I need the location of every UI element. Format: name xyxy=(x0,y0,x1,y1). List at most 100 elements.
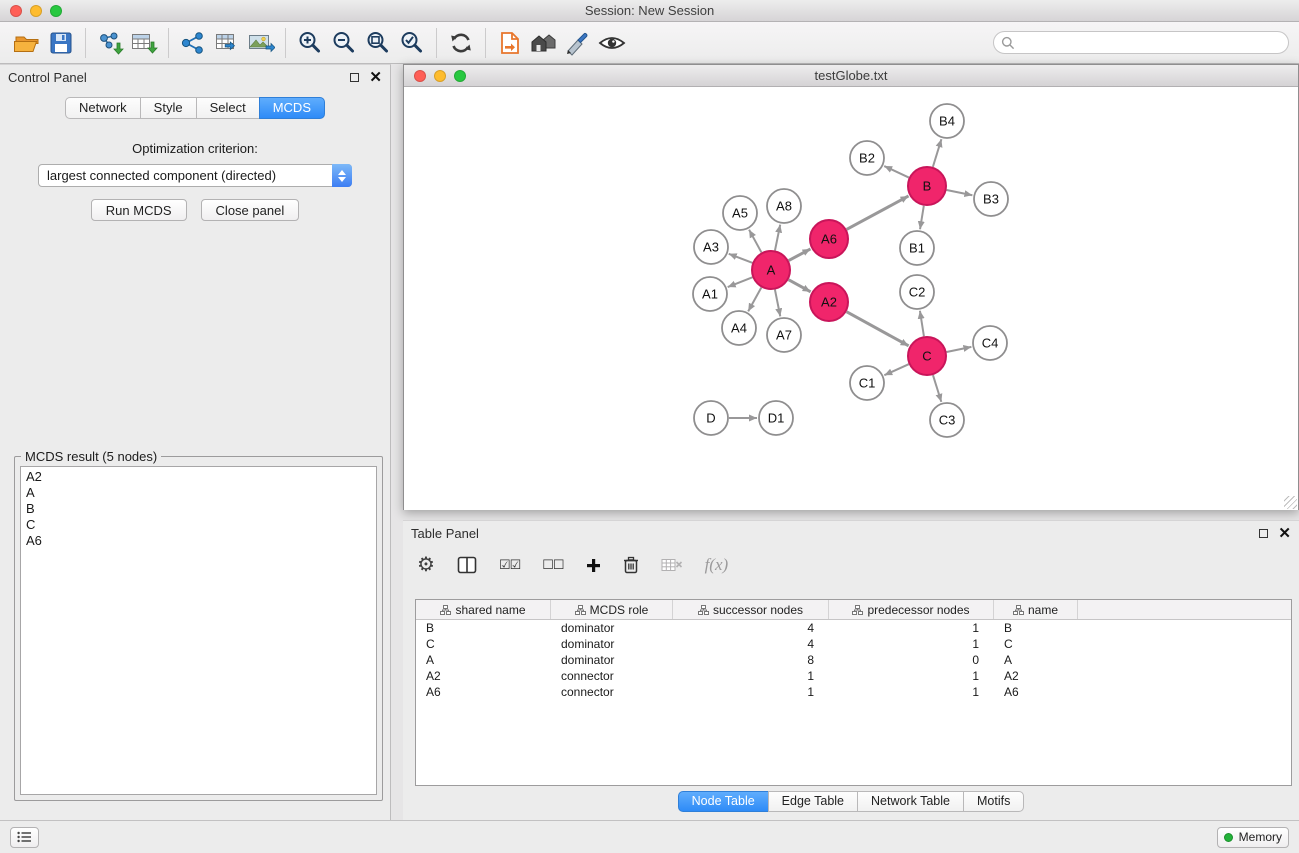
export-table-button[interactable] xyxy=(210,27,244,59)
network-close-button[interactable] xyxy=(414,70,426,82)
table-cell: dominator xyxy=(551,637,673,651)
delete-column-button[interactable] xyxy=(623,552,639,578)
table-row[interactable]: A6connector11A6 xyxy=(416,684,1291,700)
graph-edge-A-A3[interactable] xyxy=(729,254,753,263)
session-doc-button[interactable] xyxy=(493,27,527,59)
save-session-button[interactable] xyxy=(44,27,78,59)
function-builder-button[interactable]: f(x) xyxy=(705,552,729,578)
import-network-button[interactable] xyxy=(93,27,127,59)
control-panel-title: Control Panel xyxy=(8,70,87,85)
table-cell: 1 xyxy=(829,621,994,635)
select-all-columns-button[interactable]: ☑☑ xyxy=(499,552,520,578)
tab-network-table[interactable]: Network Table xyxy=(857,791,964,812)
tab-node-table[interactable]: Node Table xyxy=(678,791,769,812)
table-cell: A2 xyxy=(994,669,1078,683)
table-settings-button[interactable]: ⚙ xyxy=(417,552,435,578)
minimize-window-button[interactable] xyxy=(30,5,42,17)
graph-edge-A-A6[interactable] xyxy=(789,249,811,261)
table-row[interactable]: Cdominator41C xyxy=(416,636,1291,652)
tab-mcds[interactable]: MCDS xyxy=(259,97,325,119)
mcds-result-item[interactable]: C xyxy=(21,517,376,533)
graph-edge-C-C3[interactable] xyxy=(933,375,941,402)
optimization-label: Optimization criterion: xyxy=(0,141,390,156)
network-from-selection-button[interactable] xyxy=(176,27,210,59)
graph-edge-B-B1[interactable] xyxy=(920,206,924,229)
tab-edge-table[interactable]: Edge Table xyxy=(768,791,858,812)
tab-network[interactable]: Network xyxy=(65,97,141,119)
add-column-button[interactable] xyxy=(586,552,601,578)
column-header-successor-nodes[interactable]: successor nodes xyxy=(673,600,829,619)
zoom-fit-button[interactable] xyxy=(361,27,395,59)
search-field[interactable] xyxy=(993,31,1289,54)
network-overview-button[interactable] xyxy=(527,27,561,59)
zoom-window-button[interactable] xyxy=(50,5,62,17)
table-row[interactable]: Adominator80A xyxy=(416,652,1291,668)
graph-edge-C-C2[interactable] xyxy=(920,311,924,336)
table-cell: C xyxy=(416,637,551,651)
memory-button[interactable]: Memory xyxy=(1217,827,1289,848)
column-tree-icon xyxy=(852,605,863,615)
run-mcds-button[interactable]: Run MCDS xyxy=(91,199,187,221)
graph-edge-A-A1[interactable] xyxy=(728,277,753,287)
table-row[interactable]: Bdominator41B xyxy=(416,620,1291,636)
open-session-button[interactable] xyxy=(10,27,44,59)
graph-edge-A2-C[interactable] xyxy=(847,312,909,346)
graph-node-label: A3 xyxy=(703,240,719,255)
export-image-button[interactable] xyxy=(244,27,278,59)
search-input[interactable] xyxy=(1020,33,1288,52)
mcds-result-item[interactable]: A xyxy=(21,485,376,501)
table-cell: C xyxy=(994,637,1078,651)
import-table-button[interactable] xyxy=(127,27,161,59)
graph-edge-A6-B[interactable] xyxy=(847,196,909,229)
graph-edge-B-B2[interactable] xyxy=(884,166,909,178)
show-columns-button[interactable] xyxy=(457,552,477,578)
graph-edge-B-B4[interactable] xyxy=(933,139,942,167)
table-cell: 8 xyxy=(673,653,829,667)
task-history-button[interactable] xyxy=(10,827,39,848)
mcds-result-item[interactable]: B xyxy=(21,501,376,517)
tab-motifs[interactable]: Motifs xyxy=(963,791,1024,812)
refresh-layout-button[interactable] xyxy=(444,27,478,59)
table-close-button[interactable]: ✕ xyxy=(1278,529,1291,538)
network-zoom-button[interactable] xyxy=(454,70,466,82)
mcds-result-item[interactable]: A2 xyxy=(21,469,376,485)
graph-edge-B-B3[interactable] xyxy=(947,190,973,195)
zoom-in-button[interactable] xyxy=(293,27,327,59)
tab-style[interactable]: Style xyxy=(140,97,197,119)
delete-table-button[interactable] xyxy=(661,552,683,578)
column-header-predecessor-nodes[interactable]: predecessor nodes xyxy=(829,600,994,619)
zoom-selected-button[interactable] xyxy=(395,27,429,59)
graph-edge-A-A8[interactable] xyxy=(775,225,780,251)
gear-icon: ⚙ xyxy=(417,554,435,576)
apply-style-button[interactable] xyxy=(561,27,595,59)
close-panel-button-2[interactable]: Close panel xyxy=(201,199,300,221)
graph-edge-A-A4[interactable] xyxy=(748,288,761,312)
graphics-details-button[interactable] xyxy=(595,27,629,59)
table-row[interactable]: A2connector11A2 xyxy=(416,668,1291,684)
optimization-dropdown[interactable]: largest connected component (directed) xyxy=(38,164,352,187)
graph-edge-C-C4[interactable] xyxy=(947,347,972,352)
float-panel-button[interactable] xyxy=(350,73,359,82)
network-canvas[interactable]: B4B2BB3A5A8A6B1A3AC2A1A2A4A7C4CC1C3DD1 xyxy=(404,87,1298,510)
close-window-button[interactable] xyxy=(10,5,22,17)
table-float-button[interactable] xyxy=(1259,529,1268,538)
home-overview-icon xyxy=(529,30,559,56)
network-minimize-button[interactable] xyxy=(434,70,446,82)
column-header-shared-name[interactable]: shared name xyxy=(416,600,551,619)
zoom-out-button[interactable] xyxy=(327,27,361,59)
tab-select[interactable]: Select xyxy=(196,97,260,119)
close-panel-button[interactable]: ✕ xyxy=(369,73,382,82)
graph-node-label: D xyxy=(706,411,715,426)
column-header-name[interactable]: name xyxy=(994,600,1078,619)
column-header-MCDS-role[interactable]: MCDS role xyxy=(551,600,673,619)
column-tree-icon xyxy=(1013,605,1024,615)
resize-grip[interactable] xyxy=(1284,496,1297,509)
deselect-all-columns-button[interactable]: ☐☐ xyxy=(542,552,563,578)
graph-edge-A-A5[interactable] xyxy=(749,230,761,253)
table-cell: dominator xyxy=(551,621,673,635)
graph-node-label: B xyxy=(923,179,932,194)
graph-edge-A-A2[interactable] xyxy=(789,280,811,292)
graph-edge-A-A7[interactable] xyxy=(775,290,780,317)
graph-edge-C-C1[interactable] xyxy=(884,364,908,375)
mcds-result-item[interactable]: A6 xyxy=(21,533,376,549)
